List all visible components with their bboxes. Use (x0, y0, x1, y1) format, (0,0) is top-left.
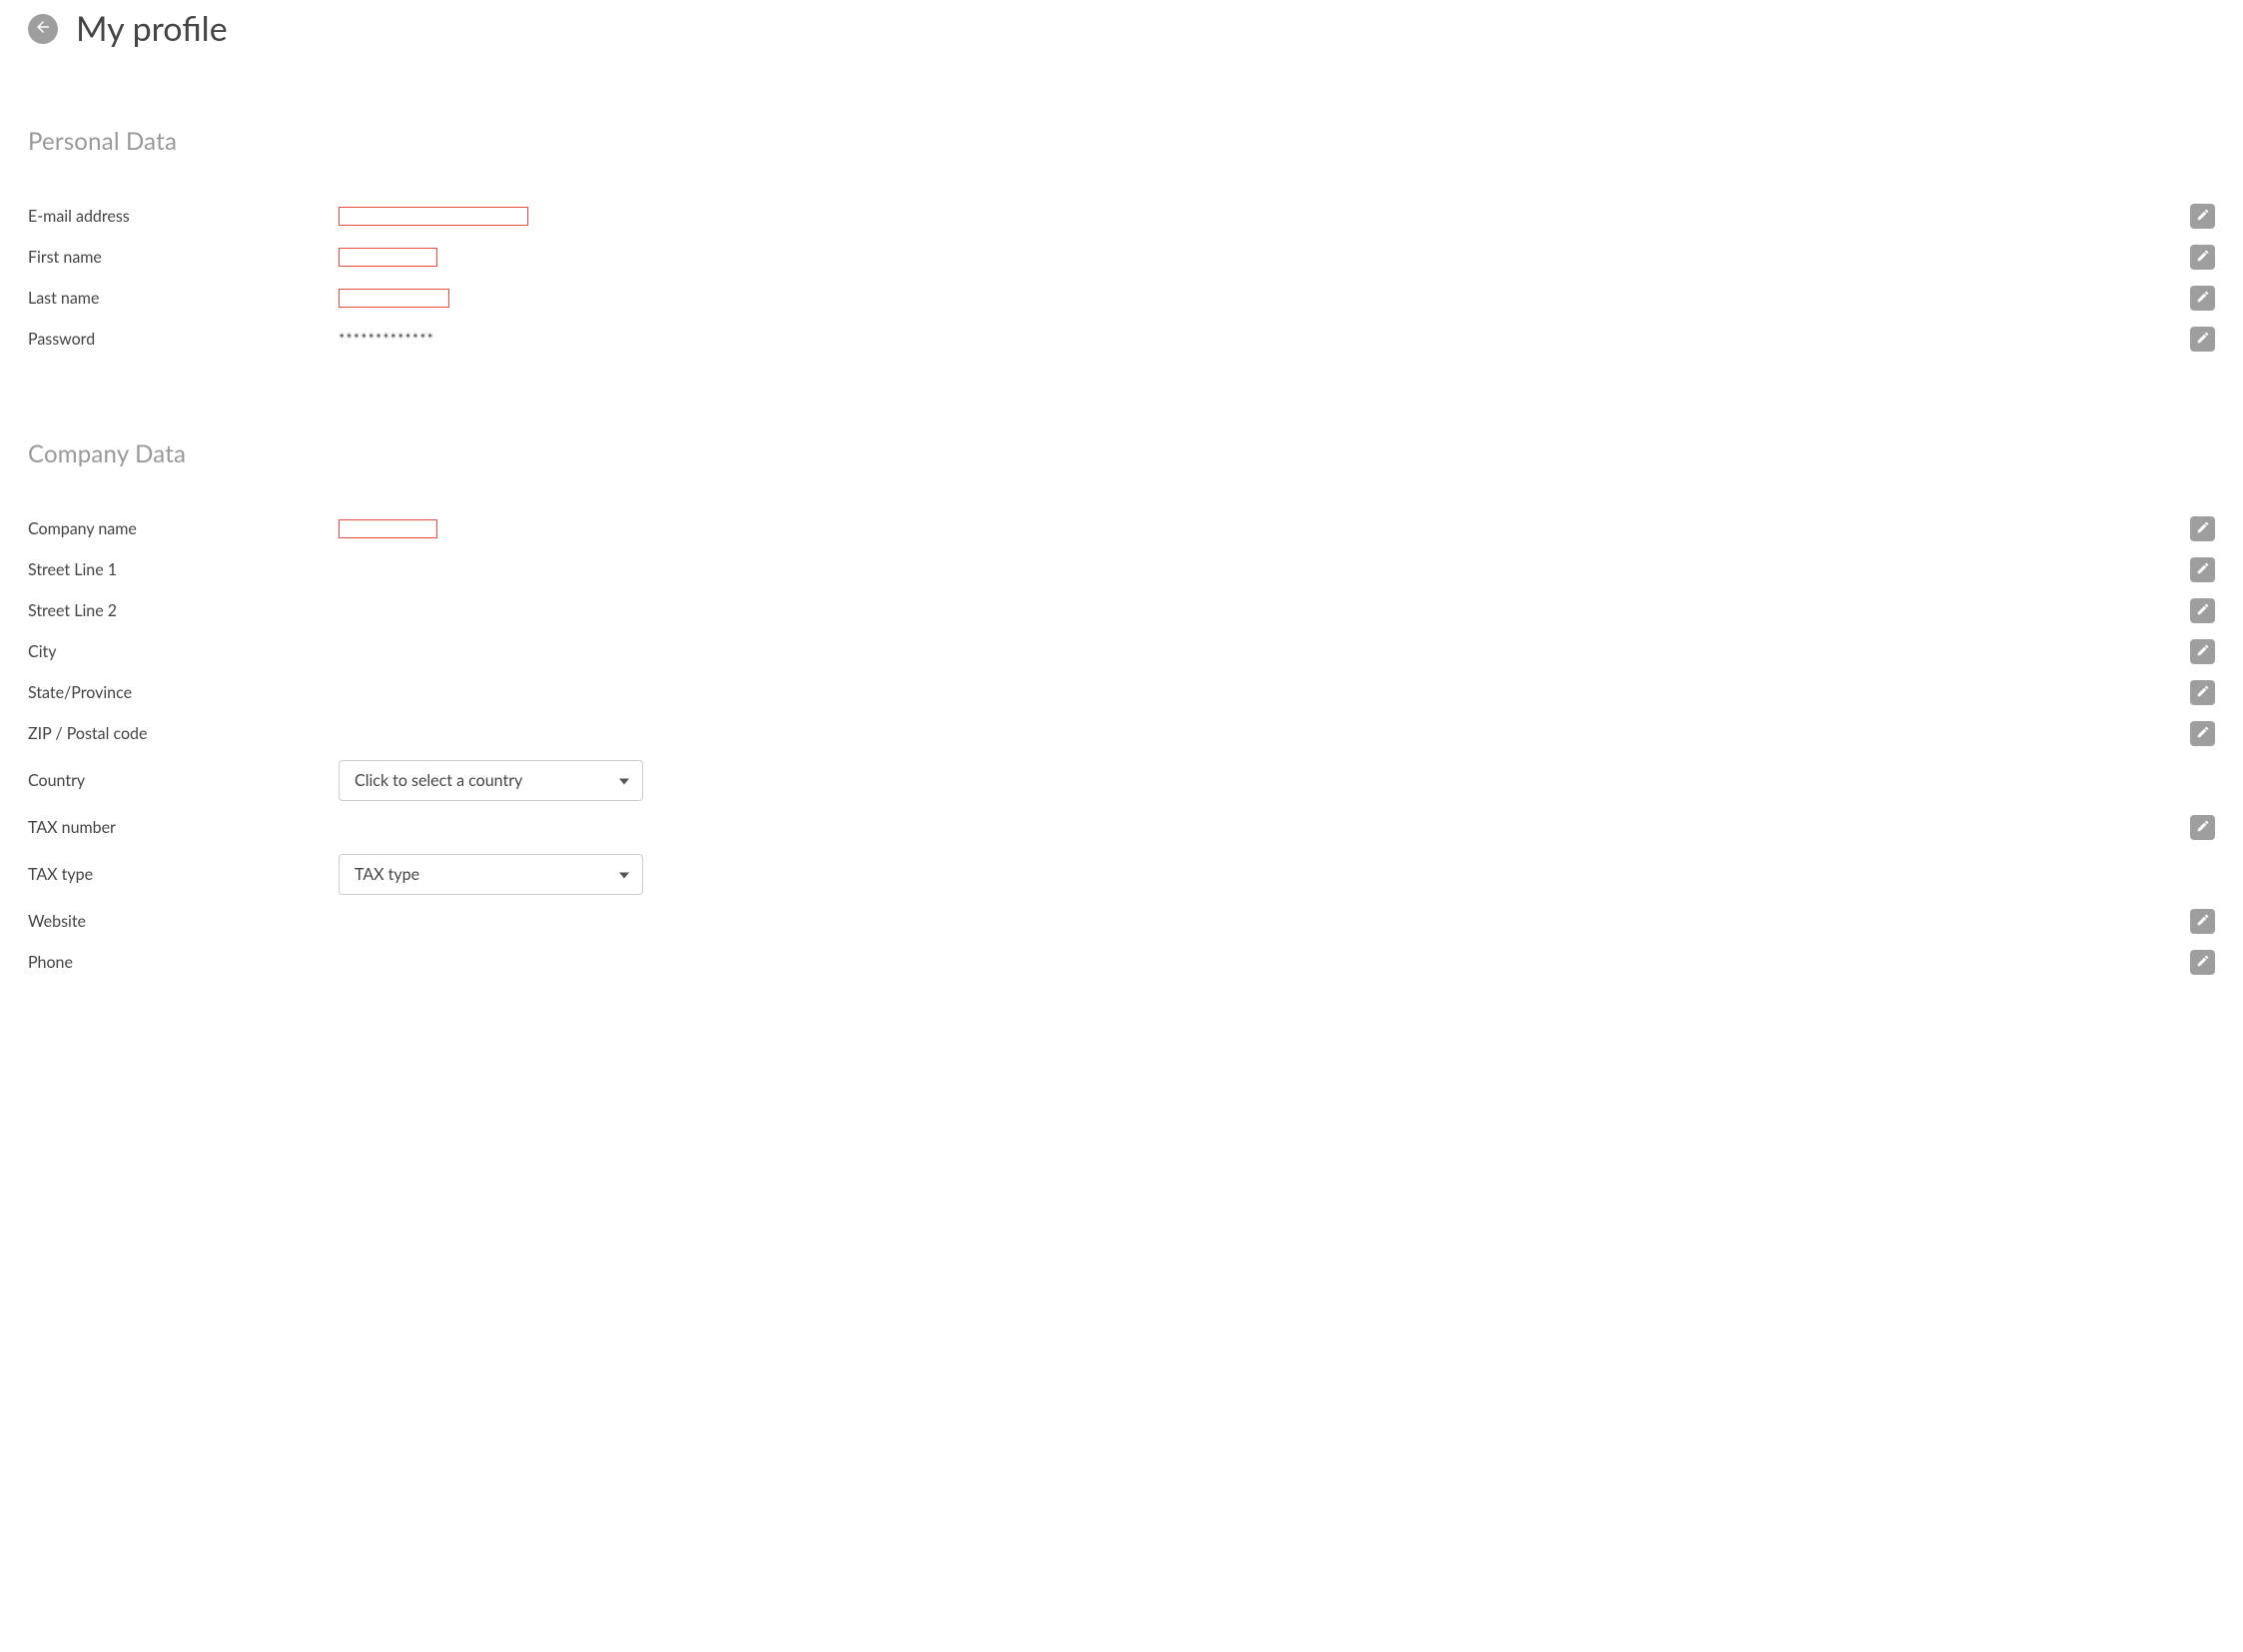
state-row: State/Province (28, 672, 2215, 713)
email-value (339, 207, 2190, 226)
password-value: ************* (339, 331, 2190, 349)
arrow-left-icon (34, 18, 52, 39)
company-data-heading: Company Data (28, 439, 2215, 468)
phone-row: Phone (28, 942, 2215, 983)
pencil-icon (2196, 913, 2210, 930)
edit-zip-button[interactable] (2190, 721, 2215, 746)
city-row: City (28, 631, 2215, 672)
company-name-label: Company name (28, 519, 339, 538)
website-row: Website (28, 901, 2215, 942)
last-name-label: Last name (28, 289, 339, 308)
first-name-label: First name (28, 248, 339, 267)
zip-row: ZIP / Postal code (28, 713, 2215, 754)
company-data-section: Company Data Company name Street Line 1 … (28, 439, 2215, 983)
pencil-icon (2196, 249, 2210, 266)
pencil-icon (2196, 954, 2210, 971)
password-row: Password ************* (28, 319, 2215, 360)
password-masked-value: ************* (339, 331, 434, 349)
pencil-icon (2196, 684, 2210, 701)
street1-row: Street Line 1 (28, 549, 2215, 590)
personal-data-heading: Personal Data (28, 127, 2215, 156)
edit-website-button[interactable] (2190, 909, 2215, 934)
edit-state-button[interactable] (2190, 680, 2215, 705)
tax-type-value: TAX type (339, 854, 2215, 895)
first-name-row: First name (28, 237, 2215, 278)
last-name-redacted (339, 289, 449, 308)
pencil-icon (2196, 290, 2210, 307)
tax-type-select[interactable]: TAX type (339, 854, 643, 895)
pencil-icon (2196, 561, 2210, 578)
country-select[interactable]: Click to select a country (339, 760, 643, 801)
country-row: Country Click to select a country (28, 760, 2215, 801)
website-label: Website (28, 912, 339, 931)
city-label: City (28, 642, 339, 661)
edit-tax-number-button[interactable] (2190, 815, 2215, 840)
email-redacted (339, 207, 528, 226)
street1-label: Street Line 1 (28, 560, 339, 579)
phone-label: Phone (28, 953, 339, 972)
company-name-value (339, 519, 2190, 538)
edit-first-name-button[interactable] (2190, 245, 2215, 270)
pencil-icon (2196, 725, 2210, 742)
edit-street1-button[interactable] (2190, 557, 2215, 582)
back-button[interactable] (28, 14, 58, 44)
street2-label: Street Line 2 (28, 601, 339, 620)
email-label: E-mail address (28, 207, 339, 226)
edit-city-button[interactable] (2190, 639, 2215, 664)
edit-company-name-button[interactable] (2190, 516, 2215, 541)
country-value: Click to select a country (339, 760, 2215, 801)
street2-row: Street Line 2 (28, 590, 2215, 631)
edit-email-button[interactable] (2190, 204, 2215, 229)
pencil-icon (2196, 819, 2210, 836)
pencil-icon (2196, 643, 2210, 660)
page-header: My profile (28, 8, 2215, 49)
personal-data-section: Personal Data E-mail address First name … (28, 127, 2215, 360)
company-name-row: Company name (28, 508, 2215, 549)
tax-type-select-wrap: TAX type (339, 854, 643, 895)
first-name-value (339, 248, 2190, 267)
pencil-icon (2196, 331, 2210, 348)
password-label: Password (28, 330, 339, 349)
tax-number-row: TAX number (28, 807, 2215, 848)
edit-last-name-button[interactable] (2190, 286, 2215, 311)
tax-number-label: TAX number (28, 818, 339, 837)
email-row: E-mail address (28, 196, 2215, 237)
state-label: State/Province (28, 683, 339, 702)
pencil-icon (2196, 602, 2210, 619)
tax-type-label: TAX type (28, 865, 339, 884)
first-name-redacted (339, 248, 437, 267)
country-label: Country (28, 771, 339, 790)
country-select-wrap: Click to select a country (339, 760, 643, 801)
company-name-redacted (339, 519, 437, 538)
tax-type-row: TAX type TAX type (28, 854, 2215, 895)
edit-password-button[interactable] (2190, 327, 2215, 352)
edit-street2-button[interactable] (2190, 598, 2215, 623)
pencil-icon (2196, 208, 2210, 225)
pencil-icon (2196, 520, 2210, 537)
last-name-value (339, 289, 2190, 308)
zip-label: ZIP / Postal code (28, 724, 339, 743)
page-title: My profile (76, 8, 228, 49)
edit-phone-button[interactable] (2190, 950, 2215, 975)
last-name-row: Last name (28, 278, 2215, 319)
